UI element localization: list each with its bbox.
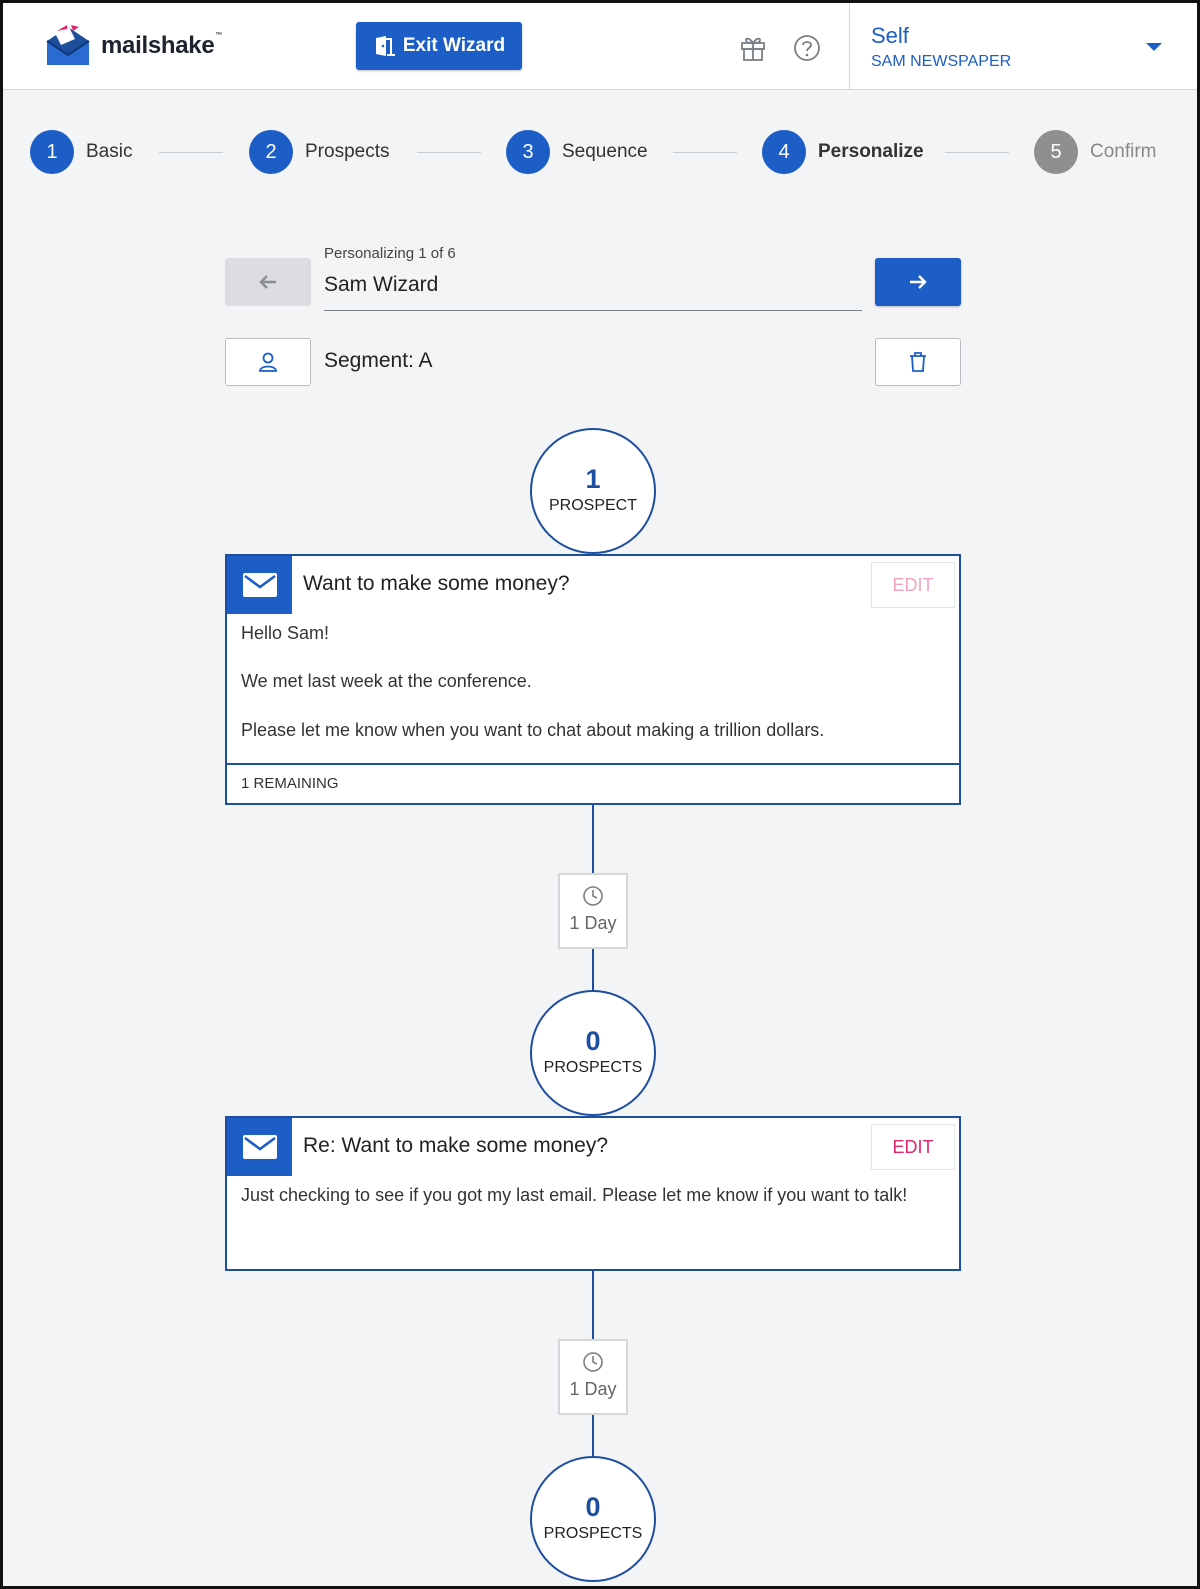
door-exit-icon [375, 36, 395, 56]
email-body-line: Hello Sam! [241, 623, 330, 643]
flow-connector [592, 949, 594, 992]
step-label: Basic [86, 141, 133, 162]
delete-prospect-button[interactable] [875, 338, 961, 386]
delay-label: 1 Day [569, 913, 617, 933]
step-number: 1 [30, 130, 74, 174]
previous-prospect-button[interactable] [225, 258, 311, 306]
email-step-card: Want to make some money? EDIT Hello Sam!… [225, 554, 961, 805]
step-label: Prospects [305, 141, 390, 162]
flow-connector [592, 803, 594, 875]
prospect-count-label: PROSPECTS [543, 1059, 643, 1076]
caret-down-icon [1146, 43, 1162, 51]
email-body-line: Just checking to see if you got my last … [241, 1185, 908, 1205]
step-label: Confirm [1090, 141, 1157, 162]
step-connector [417, 152, 481, 153]
top-header: mailshake™ Exit Wizard Self SAM NEWSPAPE… [3, 3, 1197, 90]
prospect-count: 1 [585, 464, 601, 494]
flow-connector [592, 1269, 594, 1341]
mailshake-logo-icon [46, 25, 90, 65]
step-label: Sequence [562, 141, 648, 162]
delay-step[interactable]: 1 Day [558, 873, 628, 949]
step-personalize[interactable]: 4 Personalize [762, 130, 924, 174]
step-number: 2 [249, 130, 293, 174]
help-icon[interactable] [792, 33, 822, 63]
wizard-stepper: 1 Basic 2 Prospects 3 Sequence 4 Persona… [3, 130, 1197, 176]
edit-email-button[interactable]: EDIT [871, 562, 955, 608]
edit-email-button[interactable]: EDIT [871, 1124, 955, 1170]
email-subject: Re: Want to make some money? [303, 1134, 609, 1157]
step-connector [945, 152, 1009, 153]
segment-label: Segment: A [324, 349, 433, 372]
envelope-icon [227, 556, 292, 614]
exit-wizard-button[interactable]: Exit Wizard [356, 22, 522, 70]
prospect-count-node[interactable]: 0 PROSPECTS [530, 990, 656, 1116]
prospect-count-node[interactable]: 1 PROSPECT [530, 428, 656, 554]
email-body-line: Please let me know when you want to chat… [241, 720, 825, 740]
remaining-count: 1 REMAINING [227, 763, 959, 803]
envelope-icon [227, 1118, 292, 1176]
prospect-count-label: PROSPECTS [543, 1525, 643, 1542]
clock-icon [583, 1352, 603, 1372]
account-name: Self [871, 23, 909, 48]
flow-connector [592, 1415, 594, 1458]
app-frame: mailshake™ Exit Wizard Self SAM NEWSPAPE… [0, 0, 1200, 1589]
email-body-line: We met last week at the conference. [241, 671, 532, 691]
user-icon [259, 352, 277, 372]
delay-step[interactable]: 1 Day [558, 1339, 628, 1415]
prospect-count-label: PROSPECT [548, 497, 637, 514]
brand-name: mailshake™ [101, 32, 223, 59]
exit-wizard-label: Exit Wizard [402, 35, 506, 56]
step-sequence[interactable]: 3 Sequence [506, 130, 648, 174]
account-org: SAM NEWSPAPER [871, 53, 1012, 70]
personalizing-counter: Personalizing 1 of 6 [324, 245, 456, 262]
gift-icon[interactable] [738, 33, 768, 63]
trash-icon [910, 352, 926, 372]
prospect-details-button[interactable] [225, 338, 311, 386]
delay-label: 1 Day [569, 1379, 617, 1399]
step-confirm[interactable]: 5 Confirm [1034, 130, 1157, 174]
prospect-name-field[interactable]: Sam Wizard [324, 271, 862, 311]
step-prospects[interactable]: 2 Prospects [249, 130, 389, 174]
email-step-card: Re: Want to make some money? EDIT Just c… [225, 1116, 961, 1271]
prospect-count-node[interactable]: 0 PROSPECTS [530, 1456, 656, 1582]
arrow-left-icon [259, 275, 276, 289]
account-switcher[interactable]: Self SAM NEWSPAPER [849, 3, 1197, 90]
clock-icon [583, 886, 603, 906]
step-label: Personalize [818, 141, 924, 162]
step-connector [673, 152, 737, 153]
mailshake-logo[interactable]: mailshake™ [43, 23, 222, 69]
next-prospect-button[interactable] [875, 258, 961, 306]
step-connector [159, 152, 223, 153]
step-basic[interactable]: 1 Basic [30, 130, 132, 174]
prospect-count: 0 [585, 1026, 601, 1056]
step-number: 5 [1034, 130, 1078, 174]
step-number: 4 [762, 130, 806, 174]
prospect-count: 0 [585, 1492, 601, 1522]
email-subject: Want to make some money? [303, 572, 570, 595]
arrow-right-icon [910, 275, 927, 289]
step-number: 3 [506, 130, 550, 174]
